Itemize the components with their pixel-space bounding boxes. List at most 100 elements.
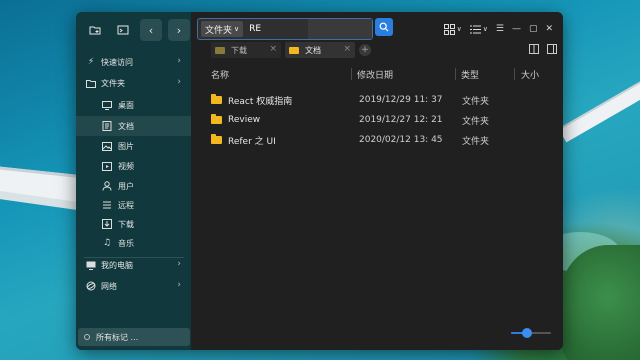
- address-tag-label: 文件夹: [205, 25, 233, 36]
- minimize-icon: —: [511, 24, 521, 34]
- file-type: 文件夹: [462, 136, 490, 147]
- main-panel: 文件夹 ∨ RE ∨ ∨ ☰ — ▢ ✕ 下载 × 文档 × + 名称 修改日期…: [191, 12, 563, 350]
- file-name: Refer 之 UI: [228, 136, 276, 147]
- list-view-button[interactable]: ∨: [469, 24, 488, 35]
- plus-icon: +: [361, 45, 369, 55]
- sidebar-item-label: 文件夹: [101, 79, 125, 88]
- sidebar-item-music[interactable]: ♫ 音乐: [76, 233, 191, 253]
- sidebar-item-label: 我的电脑: [101, 261, 133, 270]
- file-date: 2020/02/12 13: 45: [359, 135, 443, 145]
- file-date: 2019/12/29 11: 37: [359, 95, 443, 105]
- toolbar-left: ‹ ›: [84, 18, 190, 42]
- maximize-button[interactable]: ▢: [529, 24, 538, 34]
- sidebar-item-downloads[interactable]: 下载: [76, 214, 191, 234]
- folder-icon: [86, 78, 96, 88]
- all-tags-item[interactable]: 所有标记 ...: [78, 328, 190, 346]
- chevron-down-icon: ∨: [234, 25, 240, 33]
- preview-pane-icon[interactable]: [547, 44, 557, 54]
- column-divider[interactable]: [351, 68, 352, 80]
- sidebar-item-network[interactable]: 网络 ›: [76, 276, 191, 296]
- chevron-down-icon: ›: [177, 77, 181, 87]
- sidebar-item-label: 快速访问: [101, 58, 133, 67]
- sidebar-item-remote[interactable]: 远程: [76, 195, 191, 215]
- table-row[interactable]: Refer 之 UI 2020/02/12 13: 45 文件夹: [191, 130, 563, 150]
- close-icon[interactable]: ×: [343, 44, 351, 54]
- sidebar-item-files[interactable]: 文件夹 ›: [76, 73, 191, 93]
- sidebar-item-label: 网络: [101, 282, 117, 291]
- sidebar-item-label: 音乐: [118, 239, 134, 248]
- tab-downloads[interactable]: 下载 ×: [211, 42, 281, 58]
- zoom-slider[interactable]: [511, 328, 551, 338]
- column-date[interactable]: 修改日期: [357, 68, 393, 81]
- image-icon: [102, 141, 112, 151]
- back-button[interactable]: ‹: [140, 19, 162, 41]
- file-type: 文件夹: [462, 116, 490, 127]
- file-name: Review: [228, 115, 261, 125]
- tag-icon: [84, 334, 90, 340]
- music-icon: ♫: [102, 238, 112, 248]
- zoom-slider-handle[interactable]: [521, 328, 532, 338]
- terminal-icon: [117, 25, 129, 35]
- address-selection-highlight: [308, 19, 372, 39]
- minimize-button[interactable]: —: [512, 24, 521, 34]
- sidebar-item-videos[interactable]: 视频: [76, 156, 191, 176]
- column-size[interactable]: 大小: [521, 68, 539, 81]
- terminal-button[interactable]: [112, 19, 134, 41]
- tab-label: 文档: [305, 45, 321, 55]
- column-name[interactable]: 名称: [211, 68, 229, 81]
- close-icon[interactable]: ×: [269, 44, 277, 54]
- chevron-left-icon: ‹: [148, 23, 154, 37]
- tab-label: 下载: [231, 45, 247, 55]
- sidebar-item-my-computer[interactable]: 我的电脑 ›: [76, 255, 191, 275]
- chevron-right-icon: ›: [177, 280, 181, 290]
- table-row[interactable]: React 权威指南 2019/12/29 11: 37 文件夹: [191, 90, 563, 110]
- split-view-icon[interactable]: [529, 44, 539, 54]
- sidebar-item-label: 图片: [118, 142, 134, 151]
- maximize-icon: ▢: [528, 24, 538, 34]
- menu-button[interactable]: ☰: [496, 24, 504, 34]
- sidebar-item-quick-access[interactable]: ⚡ 快速访问 ›: [76, 52, 191, 72]
- sidebar-item-pictures[interactable]: 图片: [76, 136, 191, 156]
- tab-documents[interactable]: 文档 ×: [285, 42, 355, 58]
- chevron-right-icon: ›: [176, 23, 182, 37]
- table-row[interactable]: Review 2019/12/27 12: 21 文件夹: [191, 110, 563, 130]
- file-date: 2019/12/27 12: 21: [359, 115, 443, 125]
- column-divider[interactable]: [455, 68, 456, 80]
- address-folder-tag[interactable]: 文件夹 ∨: [201, 21, 244, 37]
- wallpaper-bridge-right: [558, 73, 640, 143]
- column-header: 名称 修改日期 类型 大小: [191, 64, 563, 84]
- desktop-icon: [102, 100, 112, 110]
- chevron-right-icon: ›: [177, 259, 181, 269]
- user-icon: [102, 181, 112, 191]
- new-folder-button[interactable]: [84, 19, 106, 41]
- address-bar[interactable]: 文件夹 ∨ RE: [197, 18, 373, 40]
- column-type[interactable]: 类型: [461, 68, 479, 81]
- chevron-down-icon: ∨: [482, 25, 488, 33]
- forward-button[interactable]: ›: [168, 19, 190, 41]
- column-divider[interactable]: [514, 68, 515, 80]
- close-icon: ✕: [545, 24, 553, 34]
- file-type: 文件夹: [462, 96, 490, 107]
- folder-add-icon: [89, 26, 101, 35]
- sidebar-item-desktop[interactable]: 桌面: [76, 95, 191, 115]
- close-button[interactable]: ✕: [545, 24, 553, 34]
- all-tags-label: 所有标记 ...: [96, 332, 139, 342]
- computer-icon: [86, 260, 96, 270]
- network-icon: [86, 281, 96, 291]
- sidebar-item-label: 用户: [118, 182, 134, 191]
- add-tab-button[interactable]: +: [359, 44, 371, 56]
- sidebar-item-label: 下载: [118, 220, 134, 229]
- icon-view-button[interactable]: ∨: [443, 23, 462, 35]
- search-button[interactable]: [375, 18, 393, 36]
- chevron-down-icon: ∨: [456, 25, 462, 33]
- file-list: React 权威指南 2019/12/29 11: 37 文件夹 Review …: [191, 90, 563, 150]
- grid-icon: [443, 23, 455, 35]
- remote-icon: [102, 200, 112, 210]
- view-toolbar: ∨ ∨ ☰ — ▢ ✕: [443, 18, 553, 40]
- tab-bar: 下载 × 文档 × +: [211, 42, 371, 58]
- sidebar-item-user[interactable]: 用户: [76, 176, 191, 196]
- lightning-icon: ⚡: [87, 57, 95, 67]
- sidebar-item-documents[interactable]: 文档: [76, 116, 191, 136]
- folder-icon: [211, 114, 222, 124]
- address-input-text[interactable]: RE: [249, 24, 261, 34]
